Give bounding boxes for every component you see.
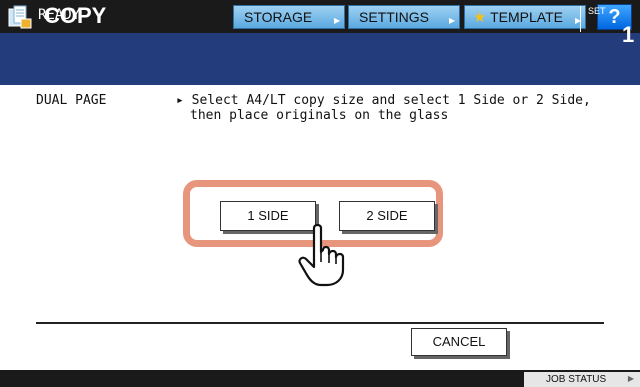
set-divider <box>580 6 581 32</box>
chevron-right-icon: ▶ <box>449 16 456 25</box>
cancel-button[interactable]: CANCEL <box>411 328 507 356</box>
chevron-right-icon: ▶ <box>334 16 341 25</box>
mode-label: DUAL PAGE <box>36 93 107 108</box>
template-button[interactable]: ★ TEMPLATE ▶ <box>464 5 586 29</box>
instruction-line-1: ▸ Select A4/LT copy size and select 1 Si… <box>176 93 591 108</box>
divider <box>36 322 604 324</box>
pointing-hand-icon <box>298 223 345 287</box>
job-status-button[interactable]: JOB STATUS ▶ <box>524 372 640 387</box>
instruction-line-2: then place originals on the glass <box>190 108 449 123</box>
status-bar <box>0 33 640 85</box>
storage-button[interactable]: STORAGE ▶ <box>233 5 345 29</box>
settings-button[interactable]: SETTINGS ▶ <box>348 5 460 29</box>
job-status-label: JOB STATUS <box>546 374 607 385</box>
chevron-right-icon: ▶ <box>627 374 634 383</box>
set-label: SET <box>588 6 606 16</box>
set-count: 1 <box>622 22 635 47</box>
instruction-text: ▸ Select A4/LT copy size and select 1 Si… <box>176 93 591 123</box>
status-text: READY <box>38 7 81 23</box>
settings-label: SETTINGS <box>359 9 430 25</box>
template-label: TEMPLATE <box>490 9 563 25</box>
star-icon: ★ <box>473 9 487 26</box>
copy-icon <box>8 5 32 29</box>
storage-label: STORAGE <box>244 9 313 25</box>
